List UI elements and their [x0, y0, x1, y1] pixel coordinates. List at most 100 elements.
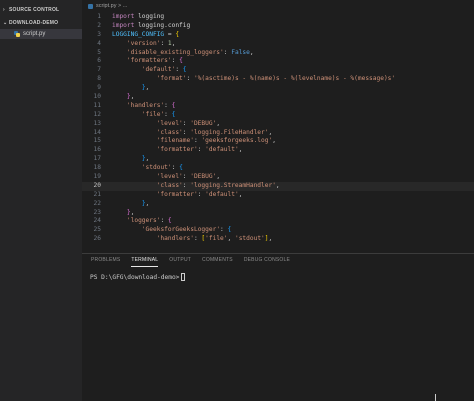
line-text: 'format': '%(asctime)s - %(name)s - %(le…: [156, 75, 396, 83]
code-line[interactable]: 7 'default': {: [82, 66, 474, 75]
line-text: 'handlers': {: [126, 101, 176, 109]
line-number: 25: [93, 226, 101, 234]
breadcrumb-text: script.py > ...: [96, 3, 128, 9]
line-number: 13: [93, 119, 101, 127]
code-line[interactable]: 8 'format': '%(asctime)s - %(name)s - %(…: [82, 75, 474, 84]
line-text: 'formatter': 'default',: [156, 146, 243, 154]
explorer-sidebar: › SOURCE CONTROL ⌄ DOWNLOAD-DEMO script.…: [0, 0, 82, 401]
code-line[interactable]: 23 },: [82, 209, 474, 218]
terminal-output[interactable]: PS D:\GFG\download-demo>: [90, 273, 186, 281]
code-line[interactable]: 15 'filename': 'geeksforgeeks.log',: [82, 137, 474, 146]
line-number: 15: [93, 137, 101, 145]
tab-debug-console[interactable]: DEBUG CONSOLE: [244, 254, 290, 267]
line-number: 1: [97, 13, 101, 20]
file-item-script[interactable]: script.py: [0, 29, 82, 39]
code-line[interactable]: 3 LOGGING_CONFIG = {: [82, 31, 474, 40]
line-number: 6: [97, 57, 101, 65]
line-number: 4: [97, 39, 101, 47]
code-line[interactable]: 19 'level': 'DEBUG',: [82, 173, 474, 182]
code-line[interactable]: 11 'handlers': {: [82, 102, 474, 111]
code-line[interactable]: 1 import logging: [82, 13, 474, 22]
tab-output[interactable]: OUTPUT: [169, 254, 191, 267]
panel-tabs: PROBLEMS TERMINAL OUTPUT COMMENTS DEBUG CONS…: [82, 254, 474, 267]
tab-comments[interactable]: COMMENTS: [202, 254, 233, 267]
code-line[interactable]: 6 'formatters': {: [82, 57, 474, 66]
python-file-icon: [14, 31, 20, 37]
download-demo-section[interactable]: ⌄ DOWNLOAD-DEMO: [0, 18, 82, 28]
line-number: 12: [93, 110, 101, 118]
code-line[interactable]: 4 'version': 1,: [82, 40, 474, 49]
line-number: 22: [93, 199, 101, 207]
code-line[interactable]: 17 },: [82, 155, 474, 164]
line-text: },: [126, 208, 135, 216]
bottom-panel: PROBLEMS TERMINAL OUTPUT COMMENTS DEBUG CONS…: [82, 253, 474, 401]
tab-problems[interactable]: PROBLEMS: [91, 254, 120, 267]
line-text: 'level': 'DEBUG',: [156, 173, 221, 181]
code-line[interactable]: 18 'stdout': {: [82, 164, 474, 173]
line-text: },: [141, 84, 150, 92]
line-number: 26: [93, 235, 101, 243]
code-line[interactable]: 16 'formatter': 'default',: [82, 146, 474, 155]
line-number: 9: [97, 84, 101, 92]
line-text: import logging: [112, 13, 165, 20]
line-number: 2: [97, 21, 101, 29]
line-text: 'version': 1,: [126, 39, 176, 47]
code-line[interactable]: 5 'disable_existing_loggers': False,: [82, 49, 474, 58]
line-number: 7: [97, 66, 101, 74]
code-line[interactable]: 21 'formatter': 'default',: [82, 191, 474, 200]
breadcrumb[interactable]: script.py > ...: [82, 0, 474, 12]
line-text: },: [126, 93, 135, 101]
line-text: 'disable_existing_loggers': False,: [126, 48, 254, 56]
code-line[interactable]: 10 },: [82, 93, 474, 102]
code-line[interactable]: 24 'loggers': {: [82, 217, 474, 226]
line-number: 14: [93, 128, 101, 136]
line-number: 8: [97, 75, 101, 83]
line-number: 21: [93, 190, 101, 198]
line-text: 'level': 'DEBUG',: [156, 119, 221, 127]
code-lines[interactable]: 1 import logging 2 import logging.config 3 LO…: [82, 13, 474, 244]
line-text: 'class': 'logging.FileHandler',: [156, 128, 273, 136]
code-line[interactable]: 14 'class': 'logging.FileHandler',: [82, 129, 474, 138]
line-number: 23: [93, 208, 101, 216]
line-text: 'class': 'logging.StreamHandler',: [156, 181, 280, 189]
source-control-section[interactable]: › SOURCE CONTROL: [0, 5, 82, 15]
file-label: script.py: [23, 31, 46, 37]
line-text: },: [141, 199, 150, 207]
line-number: 11: [93, 101, 101, 109]
code-line[interactable]: 20 'class': 'logging.StreamHandler',: [82, 181, 474, 191]
folder-label: DOWNLOAD-DEMO: [9, 20, 59, 26]
line-text: 'GeeksforGeeksLogger': {: [141, 226, 232, 234]
line-number: 24: [93, 217, 101, 225]
line-text: LOGGING_CONFIG = {: [112, 30, 180, 38]
source-control-label: SOURCE CONTROL: [9, 7, 60, 13]
line-number: 17: [93, 155, 101, 163]
code-line[interactable]: 22 },: [82, 200, 474, 209]
line-text: 'handlers': ['file', 'stdout'],: [156, 235, 273, 243]
line-number: 19: [93, 173, 101, 181]
code-line[interactable]: 12 'file': {: [82, 111, 474, 120]
scroll-indicator: [435, 394, 436, 401]
line-number: 10: [93, 93, 101, 101]
line-text: 'formatter': 'default',: [156, 190, 243, 198]
code-line[interactable]: 25 'GeeksforGeeksLogger': {: [82, 226, 474, 235]
python-file-icon: [88, 3, 93, 9]
line-text: 'stdout': {: [141, 164, 183, 172]
line-number: 18: [93, 164, 101, 172]
line-number: 5: [97, 48, 101, 56]
code-editor[interactable]: script.py > ... 1 import logging 2 import l…: [82, 0, 474, 253]
line-text: 'filename': 'geeksforgeeks.log',: [156, 137, 276, 145]
line-text: 'default': {: [141, 66, 187, 74]
code-line[interactable]: 2 import logging.config: [82, 22, 474, 31]
terminal-cursor: [181, 273, 186, 281]
code-line[interactable]: 9 },: [82, 84, 474, 93]
line-text: 'file': {: [141, 110, 176, 118]
line-number: 3: [97, 30, 101, 38]
line-text: },: [141, 155, 150, 163]
tab-terminal[interactable]: TERMINAL: [131, 254, 159, 267]
code-line[interactable]: 26 'handlers': ['file', 'stdout'],: [82, 235, 474, 244]
line-text: 'formatters': {: [126, 57, 183, 65]
terminal-prompt: PS D:\GFG\download-demo>: [90, 273, 180, 281]
line-text: 'loggers': {: [126, 217, 172, 225]
line-number: 20: [93, 181, 101, 189]
code-line[interactable]: 13 'level': 'DEBUG',: [82, 120, 474, 129]
